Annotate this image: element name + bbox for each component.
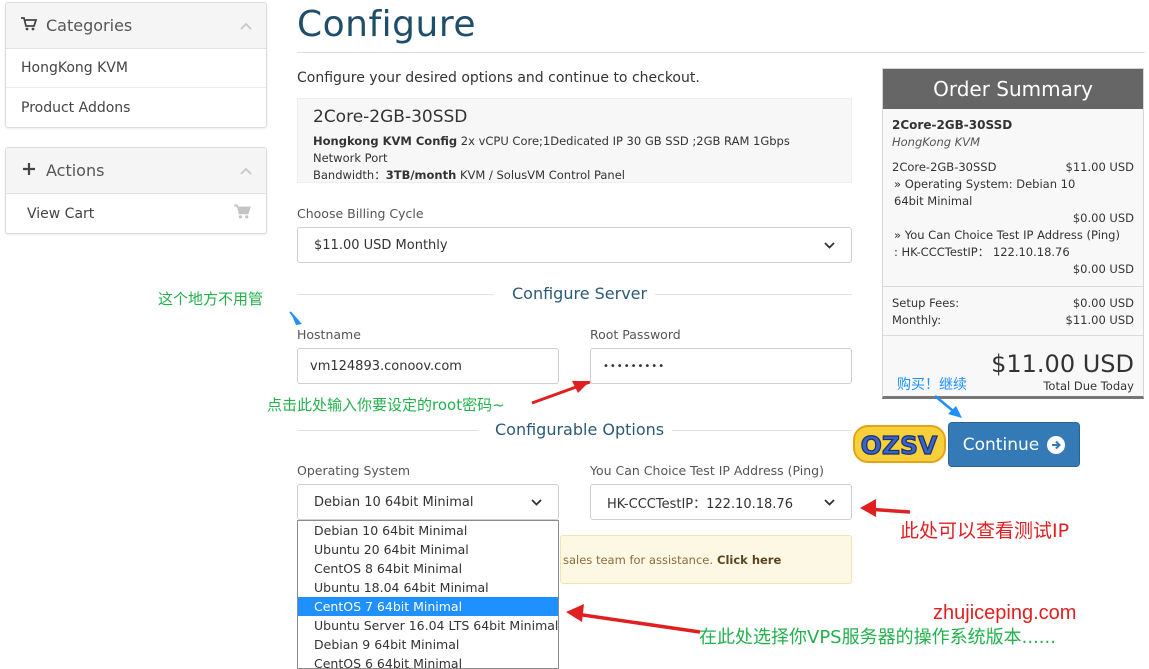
billing-cycle-label: Choose Billing Cycle: [297, 206, 424, 221]
os-option[interactable]: Ubuntu 20 64bit Minimal: [298, 540, 558, 559]
product-config-label: Hongkong KVM Config: [313, 134, 458, 148]
chevron-up-icon[interactable]: [240, 19, 252, 33]
ozsv-logo-text: OZSV: [861, 431, 938, 460]
os-option[interactable]: Ubuntu 18.04 64bit Minimal: [298, 578, 558, 597]
hostname-input[interactable]: vm124893.conoov.com: [297, 348, 559, 384]
summary-group: HongKong KVM: [892, 135, 981, 149]
product-name: 2Core-2GB-30SSD: [313, 107, 468, 127]
root-password-input[interactable]: •••••••••: [590, 348, 852, 384]
chevron-down-icon: [824, 496, 835, 509]
notice-link[interactable]: Click here: [717, 553, 781, 567]
hostname-value: vm124893.conoov.com: [310, 358, 462, 374]
configurable-options-heading: Configurable Options: [297, 420, 852, 440]
os-option[interactable]: Debian 9 64bit Minimal: [298, 635, 558, 654]
product-bandwidth-label: Bandwidth：: [313, 168, 386, 182]
title-divider: [297, 52, 1145, 53]
shopping-cart-icon: [233, 204, 251, 223]
order-summary-title: Order Summary: [883, 69, 1143, 109]
annotation-buy-continue: 购买！继续: [897, 377, 967, 393]
summary-line-item-price: $11.00 USD: [1065, 160, 1134, 174]
arrow-circle-right-icon: [1047, 435, 1066, 454]
blue-arrow-continue-head: [948, 406, 962, 418]
billing-cycle-select[interactable]: $11.00 USD Monthly: [297, 227, 852, 263]
categories-panel: Categories HongKong KVM Product Addons: [5, 2, 267, 128]
summary-setup-value: $0.00 USD: [1072, 296, 1134, 310]
plus-icon: [20, 162, 38, 180]
notice-text: sales team for assistance.: [563, 552, 714, 567]
test-ip-select[interactable]: HK-CCCTestIP：122.10.18.76: [590, 484, 852, 520]
product-description: Hongkong KVM Config 2x vCPU Core;1Dedica…: [313, 133, 836, 184]
billing-cycle-value: $11.00 USD Monthly: [314, 237, 448, 253]
blue-arrow-hostname-line: [289, 311, 300, 323]
annotation-test-ip: 此处可以查看测试IP: [900, 520, 1070, 542]
test-ip-label: You Can Choice Test IP Address (Ping): [590, 463, 824, 478]
os-option[interactable]: CentOS 8 64bit Minimal: [298, 559, 558, 578]
configure-server-heading: Configure Server: [297, 284, 852, 304]
sidebar-item-label: HongKong KVM: [21, 60, 128, 76]
summary-os-price: $0.00 USD: [1072, 211, 1134, 225]
watermark-text: zhujiceping.com: [933, 602, 1077, 624]
sidebar-item-label: Product Addons: [21, 99, 131, 116]
summary-setup-label: Setup Fees:: [892, 296, 960, 310]
summary-os-line: » Operating System: Debian 10 64bit Mini…: [894, 177, 1076, 208]
product-info-box: 2Core-2GB-30SSD Hongkong KVM Config 2x v…: [297, 98, 852, 183]
sidebar-item-hongkong-kvm[interactable]: HongKong KVM: [6, 49, 266, 88]
root-password-label: Root Password: [590, 327, 681, 342]
annotation-root-password: 点击此处输入你要设定的root密码~: [267, 396, 505, 414]
sidebar-item-view-cart[interactable]: View Cart: [6, 194, 266, 233]
operating-system-label: Operating System: [297, 463, 411, 478]
configurable-options-title: Configurable Options: [495, 420, 665, 439]
continue-button[interactable]: Continue: [948, 422, 1080, 467]
summary-ip-line: » You Can Choice Test IP Address (Ping) …: [894, 228, 1120, 259]
summary-ip-price: $0.00 USD: [1072, 262, 1134, 276]
red-arrow-password-head: [572, 381, 590, 393]
chevron-down-icon: [824, 239, 835, 252]
summary-monthly-label: Monthly:: [892, 313, 942, 327]
continue-label: Continue: [962, 434, 1040, 455]
ozsv-logo: OZSV: [853, 425, 946, 463]
annotation-ignore-here: 这个地方不用管: [158, 290, 264, 308]
summary-line-item: 2Core-2GB-30SSD: [892, 160, 997, 174]
operating-system-value: Debian 10 64bit Minimal: [314, 494, 474, 510]
order-summary: Order Summary 2Core-2GB-30SSD HongKong K…: [882, 68, 1144, 399]
summary-product: 2Core-2GB-30SSD: [892, 118, 1013, 132]
red-arrow-password-line: [531, 380, 591, 405]
os-option[interactable]: Ubuntu Server 16.04 LTS 64bit Minimal: [298, 616, 558, 635]
categories-title: Categories: [46, 16, 133, 35]
actions-panel: Actions View Cart: [5, 147, 267, 234]
test-ip-value: HK-CCCTestIP：122.10.18.76: [607, 496, 793, 512]
chevron-up-icon[interactable]: [240, 164, 252, 178]
page-title: Configure: [297, 4, 476, 45]
actions-title: Actions: [46, 161, 105, 180]
annotation-choose-os: 在此处选择你VPS服务器的操作系统版本......: [699, 627, 1056, 648]
os-option[interactable]: Debian 10 64bit Minimal: [298, 521, 558, 540]
chevron-down-icon: [531, 496, 542, 509]
page-subtitle: Configure your desired options and conti…: [297, 70, 700, 86]
blue-arrow-hostname: [291, 313, 302, 325]
product-bandwidth-rest: KVM / SolusVM Control Panel: [456, 168, 625, 182]
operating-system-dropdown: Debian 10 64bit Minimal Ubuntu 20 64bit …: [297, 520, 559, 669]
actions-panel-header[interactable]: Actions: [6, 148, 266, 194]
categories-panel-header[interactable]: Categories: [6, 3, 266, 49]
root-password-value: •••••••••: [603, 360, 666, 372]
sidebar-item-product-addons[interactable]: Product Addons: [6, 88, 266, 127]
red-arrow-testip-line: [865, 507, 911, 514]
operating-system-select[interactable]: Debian 10 64bit Minimal: [297, 484, 559, 520]
red-arrow-testip-head: [860, 499, 876, 517]
sidebar-item-label: View Cart: [27, 205, 95, 222]
configure-server-title: Configure Server: [512, 284, 648, 303]
os-option[interactable]: CentOS 6 64bit Minimal: [298, 654, 558, 668]
shopping-cart-icon: [20, 16, 38, 35]
summary-monthly-value: $11.00 USD: [1065, 313, 1134, 327]
red-arrow-os-head: [566, 604, 584, 622]
os-option-highlighted[interactable]: CentOS 7 64bit Minimal: [298, 597, 558, 616]
red-arrow-os-line: [575, 612, 701, 634]
hostname-label: Hostname: [297, 327, 361, 342]
assistance-notice: sales team for assistance. Click here: [560, 535, 852, 584]
product-bandwidth-value: 3TB/month: [385, 168, 457, 182]
